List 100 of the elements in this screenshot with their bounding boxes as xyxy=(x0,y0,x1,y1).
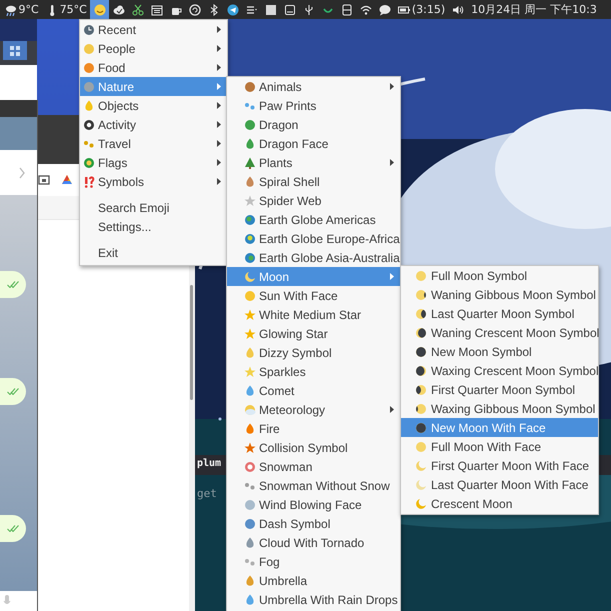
menu-item[interactable]: Fire xyxy=(227,419,400,438)
terminal-text: get xyxy=(197,487,218,501)
smiley-icon xyxy=(94,4,106,16)
monitor-icon xyxy=(284,4,296,16)
menu-item[interactable]: Objects xyxy=(80,96,227,115)
menu-item[interactable]: New Moon Symbol xyxy=(401,342,598,361)
menu-item[interactable]: Sun With Face xyxy=(227,286,400,305)
menu-item[interactable]: Recent xyxy=(80,20,227,39)
wifi-icon xyxy=(360,4,372,16)
menu-item[interactable]: Waning Gibbous Moon Symbol xyxy=(401,285,598,304)
fire-icon xyxy=(244,422,256,434)
indicator-label: (3:15) xyxy=(412,2,446,18)
list-icon xyxy=(246,4,258,16)
menu-item[interactable]: People xyxy=(80,39,227,58)
menu-item[interactable]: Animals xyxy=(227,77,400,96)
moon-icon xyxy=(415,384,427,396)
clock-icon xyxy=(83,24,95,36)
menu-item[interactable]: Earth Globe Asia-Australia xyxy=(227,248,400,267)
menu-item[interactable]: First Quarter Moon With Face xyxy=(401,456,598,475)
menu-item[interactable]: Plants xyxy=(227,153,400,172)
panel-indicator[interactable]: 75°C xyxy=(42,0,90,19)
menu-item[interactable]: Umbrella xyxy=(227,571,400,590)
menu-item[interactable]: Spider Web xyxy=(227,191,400,210)
menu-item[interactable]: Earth Globe Americas xyxy=(227,210,400,229)
crescent-moon-icon xyxy=(244,270,256,282)
panel-indicator[interactable] xyxy=(90,0,110,19)
menu-item[interactable]: Flags xyxy=(80,153,227,172)
usb-icon xyxy=(302,4,315,16)
menu-item[interactable]: Paw Prints xyxy=(227,96,400,115)
menu-item[interactable]: Umbrella With Rain Drops xyxy=(227,590,400,609)
double-check-icon xyxy=(7,388,19,395)
crescent-moon-icon xyxy=(415,478,427,490)
scissors-icon xyxy=(132,4,144,16)
menu-item[interactable]: Travel xyxy=(80,134,227,153)
menu-item[interactable]: Cloud With Tornado xyxy=(227,533,400,552)
flag-icon xyxy=(83,156,95,168)
menu-item[interactable]: Comet xyxy=(227,381,400,400)
moon-icon xyxy=(415,364,427,376)
menu-item[interactable]: Last Quarter Moon Symbol xyxy=(401,304,598,323)
menu-item[interactable]: Last Quarter Moon With Face xyxy=(401,475,598,494)
grid-icon xyxy=(10,46,20,56)
menu-item[interactable]: Settings... xyxy=(80,217,227,236)
menu-item[interactable]: Symbols xyxy=(80,172,227,191)
menu-item[interactable]: White Medium Star xyxy=(227,305,400,324)
moon-icon xyxy=(415,402,427,414)
moon-icon xyxy=(415,308,427,320)
double-check-icon xyxy=(7,281,19,288)
menu-item[interactable]: Wind Blowing Face xyxy=(227,495,400,514)
menu-item[interactable]: Waning Crescent Moon Symbol xyxy=(401,323,598,342)
menu-item[interactable]: Activity xyxy=(80,115,227,134)
moon-icon xyxy=(415,346,427,358)
menu-item[interactable]: Waxing Crescent Moon Symbol xyxy=(401,361,598,380)
menu-item[interactable]: Spiral Shell xyxy=(227,172,400,191)
menu-item[interactable]: Sparkles xyxy=(227,362,400,381)
calendar-icon xyxy=(150,4,163,16)
menu-item[interactable]: Collision Symbol xyxy=(227,438,400,457)
phone-icon xyxy=(340,4,353,16)
menu-item[interactable]: Full Moon Symbol xyxy=(401,266,598,285)
cloud-icon xyxy=(112,4,125,16)
chat-bubble-icon xyxy=(378,4,391,16)
apps-button[interactable] xyxy=(3,41,27,60)
globe-icon xyxy=(244,214,256,226)
drive-icon[interactable] xyxy=(61,174,73,186)
menu-item[interactable]: Dizzy Symbol xyxy=(227,343,400,362)
tree-icon xyxy=(244,156,256,168)
menu-item[interactable]: Search Emoji xyxy=(80,198,227,217)
chat-header xyxy=(0,117,37,150)
menu-item[interactable]: Food xyxy=(80,58,227,77)
menu-item[interactable]: Dragon xyxy=(227,115,400,134)
terminal-text: plum xyxy=(197,457,222,471)
panel-indicator[interactable]: 9°C xyxy=(1,0,42,19)
panel-indicator[interactable]: (3:15) xyxy=(394,0,449,19)
globe-icon xyxy=(244,232,256,244)
indicator-label: 9°C xyxy=(18,2,39,18)
volume-icon xyxy=(452,4,464,16)
sun-icon xyxy=(244,290,256,302)
sync-icon xyxy=(188,4,201,16)
menu-item[interactable]: Full Moon With Face xyxy=(401,437,598,456)
menu-item[interactable]: First Quarter Moon Symbol xyxy=(401,380,598,399)
menu-item[interactable]: Fog xyxy=(227,552,400,571)
weather-icon xyxy=(4,4,16,16)
menu-item[interactable]: Snowman Without Snow xyxy=(227,476,400,495)
menu-item[interactable]: Crescent Moon xyxy=(401,494,598,513)
scrollbar[interactable] xyxy=(190,285,193,400)
exclamation-question-icon xyxy=(83,176,95,188)
menu-item[interactable]: Dragon Face xyxy=(227,134,400,153)
cloud-sun-icon xyxy=(244,404,256,416)
menu-item[interactable]: Exit xyxy=(80,243,227,262)
screenshot-icon[interactable] xyxy=(38,174,50,186)
menu-item[interactable]: Meteorology xyxy=(227,400,400,419)
menu-item[interactable]: Waxing Gibbous Moon Symbol xyxy=(401,399,598,418)
fruit-icon xyxy=(83,62,95,74)
menu-item[interactable]: Earth Globe Europe-Africa xyxy=(227,229,400,248)
smiley-icon xyxy=(83,42,95,54)
menu-item[interactable]: Glowing Star xyxy=(227,324,400,343)
star-icon xyxy=(244,328,256,340)
menu-item[interactable]: Snowman xyxy=(227,457,400,476)
clock-indicator[interactable]: 10月24日 周一 下午10:3 xyxy=(468,0,600,19)
menu-item[interactable]: Dash Symbol xyxy=(227,514,400,533)
globe-icon xyxy=(244,252,256,264)
